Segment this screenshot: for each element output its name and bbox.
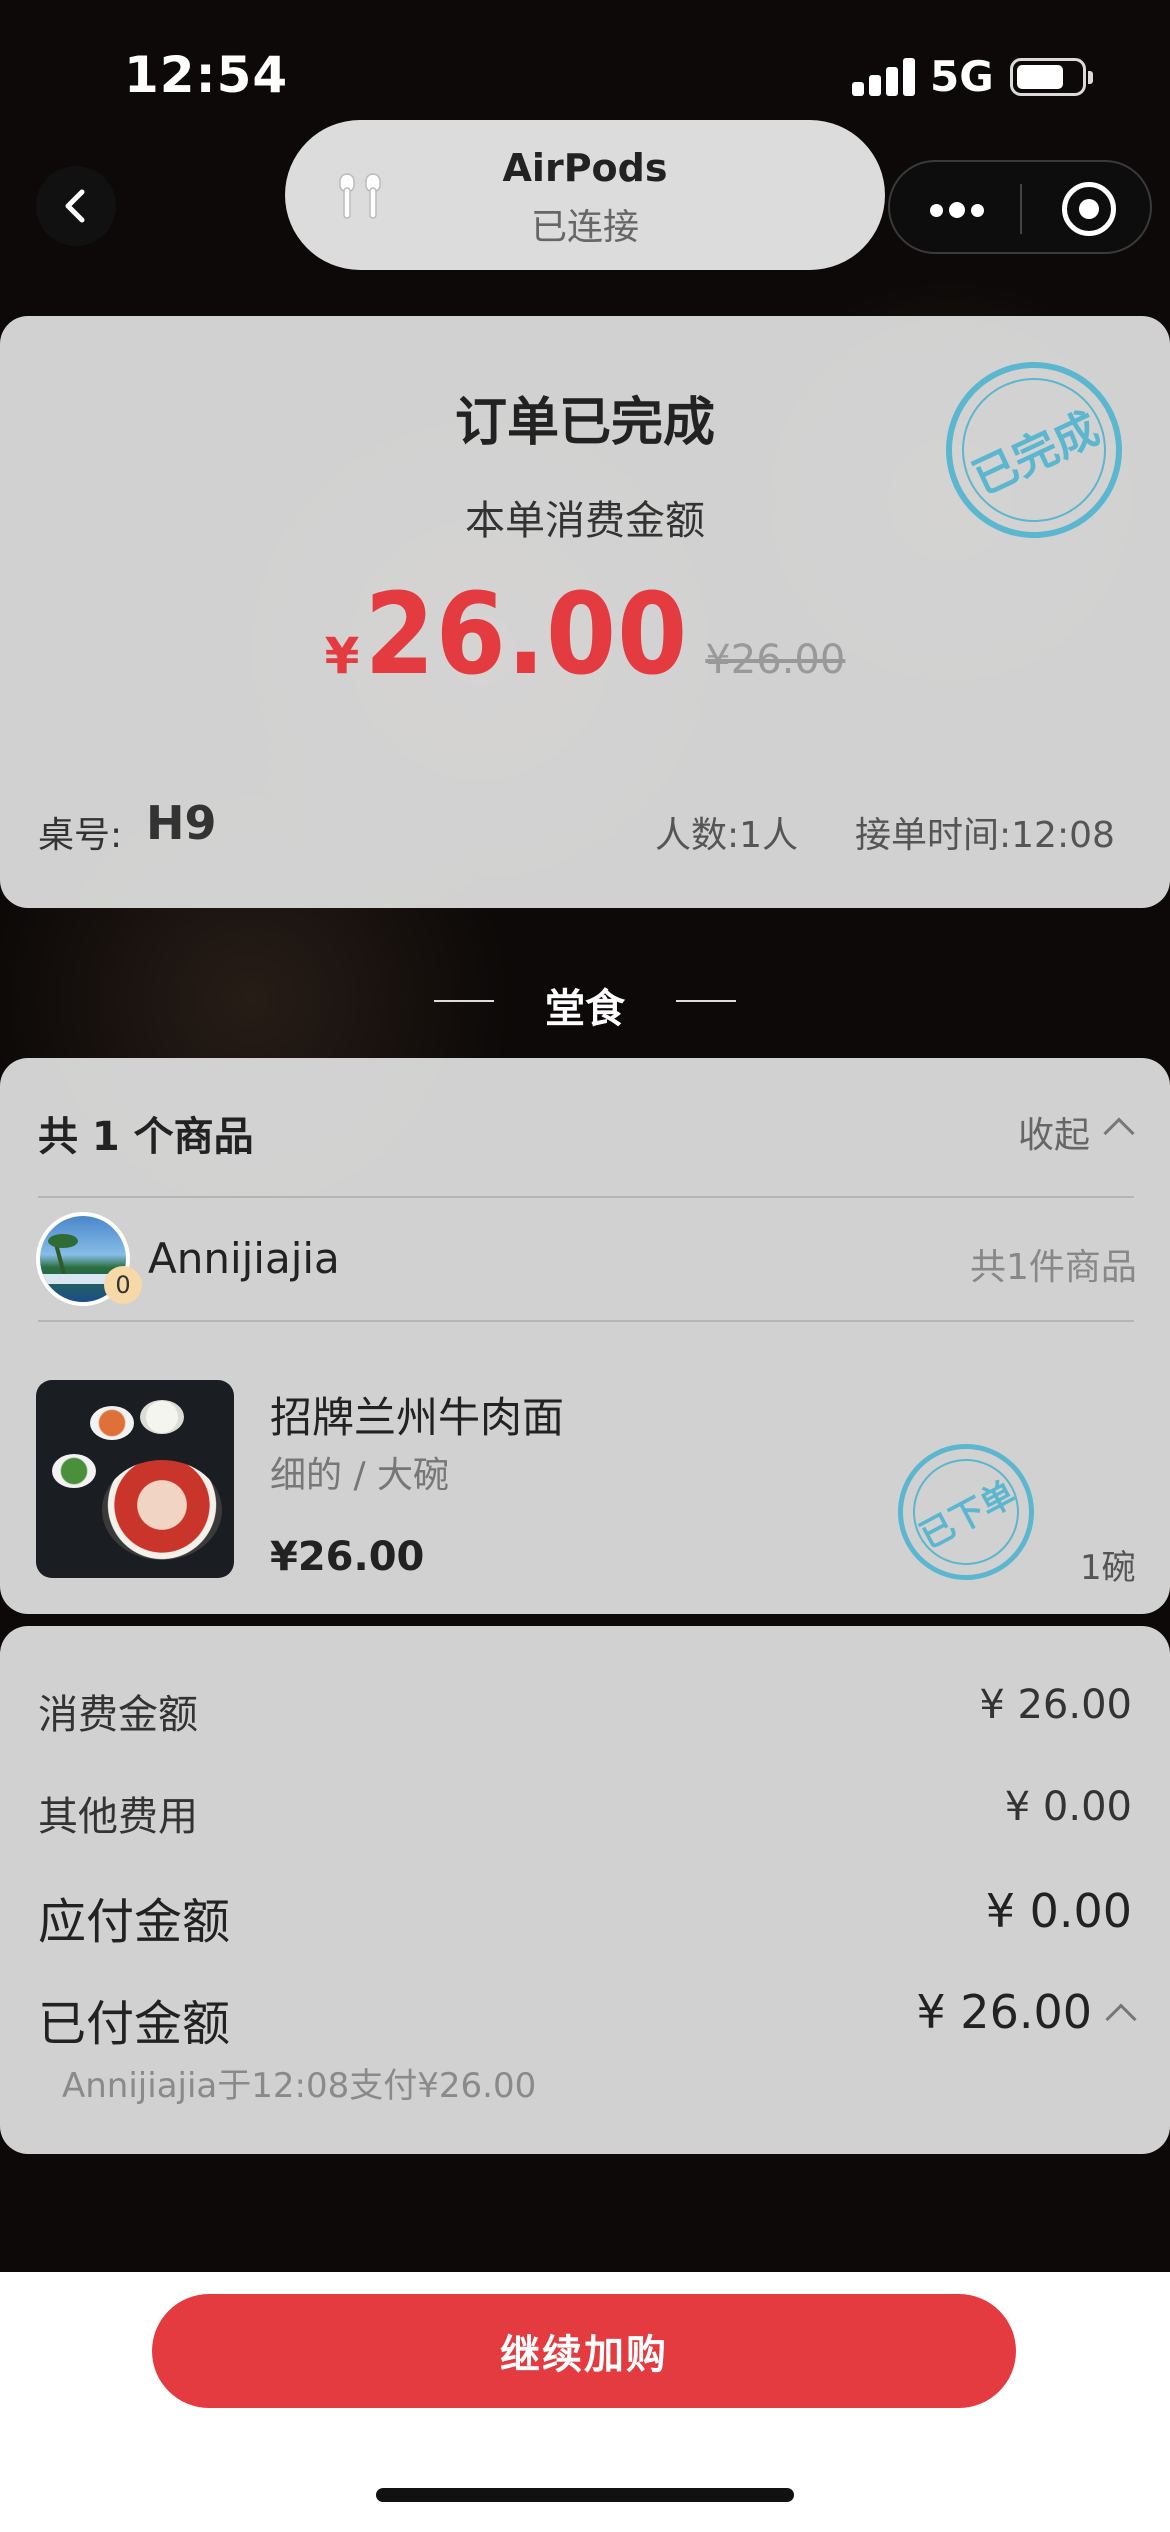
continue-ordering-button[interactable]: 继续加购 — [152, 2294, 1016, 2408]
product-name: 招牌兰州牛肉面 — [270, 1393, 565, 1442]
people-count: 人数:1人 — [655, 815, 799, 856]
consumption-value: ¥ 26.00 — [979, 1682, 1132, 1728]
payable-label: 应付金额 — [38, 1894, 231, 1950]
original-amount: ¥26.00 — [705, 637, 846, 683]
table-label: 桌号: — [38, 815, 123, 856]
amount-row: ¥ 26.00 ¥26.00 — [0, 570, 1170, 700]
currency-symbol: ¥ — [324, 627, 360, 685]
chevron-left-icon — [65, 189, 85, 223]
dine-in-title: 堂食 — [545, 986, 625, 1032]
product-spec: 细的 / 大碗 — [270, 1455, 450, 1496]
accept-time: 接单时间:12:08 — [855, 815, 1115, 856]
payment-note: Annijiajia于12:08支付¥26.00 — [62, 2066, 537, 2106]
home-indicator[interactable] — [376, 2488, 794, 2502]
network-label: 5G — [930, 52, 994, 101]
product-price: ¥26.00 — [270, 1534, 425, 1580]
other-fees-value: ¥ 0.00 — [1004, 1784, 1132, 1830]
product-quantity: 1碗 — [1080, 1548, 1136, 1588]
items-count: 共 1 个商品 — [38, 1114, 254, 1160]
table-number: H9 — [146, 796, 217, 850]
paid-toggle[interactable]: ¥ 26.00 — [916, 1980, 1137, 2044]
paid-label: 已付金额 — [38, 1996, 231, 2052]
more-button[interactable] — [890, 162, 1020, 256]
user-name: Annijiajia — [148, 1234, 340, 1283]
payable-value: ¥ 0.00 — [985, 1884, 1132, 1938]
divider-right — [676, 1000, 736, 1002]
more-icon — [930, 204, 943, 217]
paid-value: ¥ 26.00 — [916, 1985, 1092, 2039]
divider — [38, 1196, 1134, 1198]
divider — [38, 1320, 1134, 1322]
battery-icon — [1010, 58, 1093, 96]
close-miniprogram-button[interactable] — [1022, 162, 1154, 256]
collapse-toggle[interactable]: 收起 — [1018, 1100, 1135, 1156]
target-icon — [1062, 182, 1116, 236]
signal-icon — [852, 58, 916, 96]
user-item-count: 共1件商品 — [970, 1247, 1137, 1288]
miniprogram-capsule — [888, 160, 1152, 254]
order-amount: 26.00 — [364, 570, 689, 700]
collapse-label: 收起 — [1018, 1115, 1091, 1156]
chevron-up-icon — [1105, 2003, 1137, 2035]
other-fees-label: 其他费用 — [38, 1794, 198, 1840]
product-image — [36, 1380, 234, 1578]
airpods-status: 已连接 — [530, 207, 639, 248]
back-button[interactable] — [36, 166, 116, 246]
avatar-badge: 0 — [104, 1266, 142, 1304]
status-time: 12:54 — [124, 46, 289, 104]
airpods-name: AirPods — [502, 146, 668, 190]
chevron-up-icon — [1103, 1117, 1135, 1149]
consumption-label: 消费金额 — [38, 1692, 198, 1738]
